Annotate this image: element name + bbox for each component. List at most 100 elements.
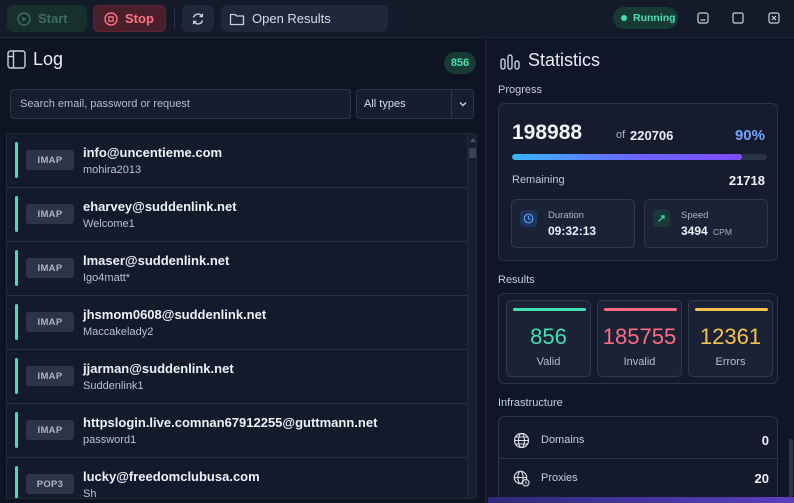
- clock-icon: [520, 210, 537, 227]
- progress-of-label: of: [616, 129, 626, 141]
- row-password: password1: [83, 434, 137, 446]
- duration-card: Duration 09:32:13: [511, 199, 635, 248]
- play-icon: [17, 11, 31, 26]
- domains-value: 0: [761, 433, 769, 448]
- folder-icon: [229, 13, 245, 25]
- infrastructure-card: Domains 0 Proxies 20: [498, 416, 779, 503]
- trend-up-icon: [653, 210, 670, 227]
- log-title: Log: [33, 49, 64, 69]
- protocol-badge: IMAP: [26, 258, 74, 278]
- maximize-button[interactable]: [730, 10, 746, 26]
- domains-row: Domains 0: [499, 422, 779, 459]
- stop-label: Stop: [125, 11, 154, 26]
- row-password: Maccakelady2: [83, 326, 154, 338]
- proxies-value: 20: [754, 471, 769, 486]
- duration-label: Duration: [548, 210, 584, 221]
- protocol-badge: IMAP: [26, 204, 74, 224]
- refresh-button[interactable]: [182, 5, 214, 32]
- row-email: jhsmom0608@suddenlink.net: [83, 307, 267, 322]
- log-count-badge: 856: [444, 52, 476, 74]
- results-card: 856 Valid 185755 Invalid 12361 Errors: [498, 293, 778, 384]
- list-item[interactable]: IMAP jjarman@suddenlink.net Suddenlink1: [7, 350, 467, 404]
- row-accent: [15, 250, 18, 286]
- row-email: eharvey@suddenlink.net: [83, 199, 237, 214]
- row-password: Sh: [83, 488, 97, 499]
- type-filter-select[interactable]: All types: [356, 89, 474, 119]
- minimize-button[interactable]: [695, 10, 711, 26]
- list-item[interactable]: IMAP jhsmom0608@suddenlink.net Maccakela…: [7, 296, 467, 350]
- row-password: Suddenlink1: [83, 380, 144, 392]
- valid-label: Valid: [536, 356, 561, 368]
- list-item[interactable]: IMAP httpslogin.live.comnan67912255@gutt…: [7, 404, 467, 458]
- list-item[interactable]: POP3 lucky@freedomclubusa.com Sh: [7, 458, 467, 499]
- log-header: Log: [7, 49, 63, 70]
- speed-value-group: 3494 CPM: [681, 224, 732, 238]
- panel-divider[interactable]: [485, 39, 487, 503]
- speed-label: Speed: [681, 210, 709, 221]
- protocol-badge: IMAP: [26, 366, 74, 386]
- invalid-result: 185755 Invalid: [597, 300, 682, 377]
- statistics-header: Statistics: [500, 50, 600, 71]
- progress-card: 198988 of 220706 90% Remaining 21718 Dur…: [498, 103, 778, 261]
- speed-value: 3494: [681, 224, 708, 238]
- duration-value: 09:32:13: [548, 224, 597, 238]
- row-email: jjarman@suddenlink.net: [83, 361, 234, 376]
- errors-color-bar: [695, 308, 768, 311]
- list-item[interactable]: IMAP info@uncentieme.com mohira2013: [7, 134, 467, 188]
- row-password: mohira2013: [83, 164, 142, 176]
- valid-color-bar: [513, 308, 586, 311]
- progress-total: 220706: [630, 128, 674, 143]
- proxies-row: Proxies 20: [499, 460, 779, 497]
- valid-result: 856 Valid: [506, 300, 591, 377]
- protocol-badge: IMAP: [26, 150, 74, 170]
- progress-bar-fill: [512, 154, 742, 160]
- open-results-button[interactable]: Open Results: [221, 5, 388, 32]
- row-password: Igo4matt*: [83, 272, 131, 284]
- log-icon: [7, 50, 26, 69]
- toolbar: Start Stop Open Results Running: [0, 0, 794, 38]
- open-results-label: Open Results: [252, 11, 331, 26]
- list-item[interactable]: IMAP lmaser@suddenlink.net Igo4matt*: [7, 242, 467, 296]
- log-list[interactable]: IMAP info@uncentieme.com mohira2013 IMAP…: [6, 133, 477, 499]
- infrastructure-section-label: Infrastructure: [498, 397, 563, 409]
- stop-button[interactable]: Stop: [93, 5, 166, 32]
- close-button[interactable]: [766, 10, 782, 26]
- valid-count: 856: [530, 324, 567, 349]
- scroll-thumb[interactable]: [469, 148, 476, 158]
- remaining-label: Remaining: [512, 174, 565, 186]
- start-label: Start: [38, 11, 68, 26]
- row-email: lmaser@suddenlink.net: [83, 253, 230, 268]
- bottom-accent-strip: [488, 497, 794, 503]
- statistics-title: Statistics: [528, 50, 601, 70]
- row-email: info@uncentieme.com: [83, 145, 223, 160]
- proxy-globe-icon: [513, 470, 530, 487]
- protocol-badge: POP3: [26, 474, 74, 494]
- scroll-up-icon[interactable]: [470, 136, 476, 144]
- speed-card: Speed 3494 CPM: [644, 199, 768, 248]
- list-item[interactable]: IMAP eharvey@suddenlink.net Welcome1: [7, 188, 467, 242]
- row-accent: [15, 412, 18, 448]
- errors-count: 12361: [699, 324, 762, 349]
- row-accent: [15, 358, 18, 394]
- bar-chart-icon: [500, 53, 520, 70]
- log-panel: Log 856 All types IMAP info@uncentieme.c…: [0, 39, 484, 503]
- protocol-badge: IMAP: [26, 420, 74, 440]
- start-button[interactable]: Start: [7, 5, 87, 32]
- proxies-label: Proxies: [541, 472, 578, 484]
- status-text: Running: [633, 12, 676, 24]
- domains-label: Domains: [541, 434, 585, 446]
- minimize-icon: [697, 12, 709, 24]
- chevron-down-icon: [451, 90, 473, 118]
- statistics-scrollbar[interactable]: [789, 439, 793, 499]
- search-input[interactable]: [10, 89, 351, 119]
- progress-done: 198988: [512, 121, 583, 144]
- invalid-count: 185755: [602, 324, 677, 349]
- progress-percent: 90%: [734, 127, 765, 144]
- row-accent: [15, 142, 18, 178]
- stop-icon: [104, 11, 118, 26]
- log-scrollbar[interactable]: [467, 134, 476, 498]
- statistics-panel: Statistics Progress 198988 of 220706 90%…: [488, 39, 794, 503]
- row-accent: [15, 304, 18, 340]
- results-section-label: Results: [498, 274, 535, 286]
- close-icon: [768, 12, 780, 24]
